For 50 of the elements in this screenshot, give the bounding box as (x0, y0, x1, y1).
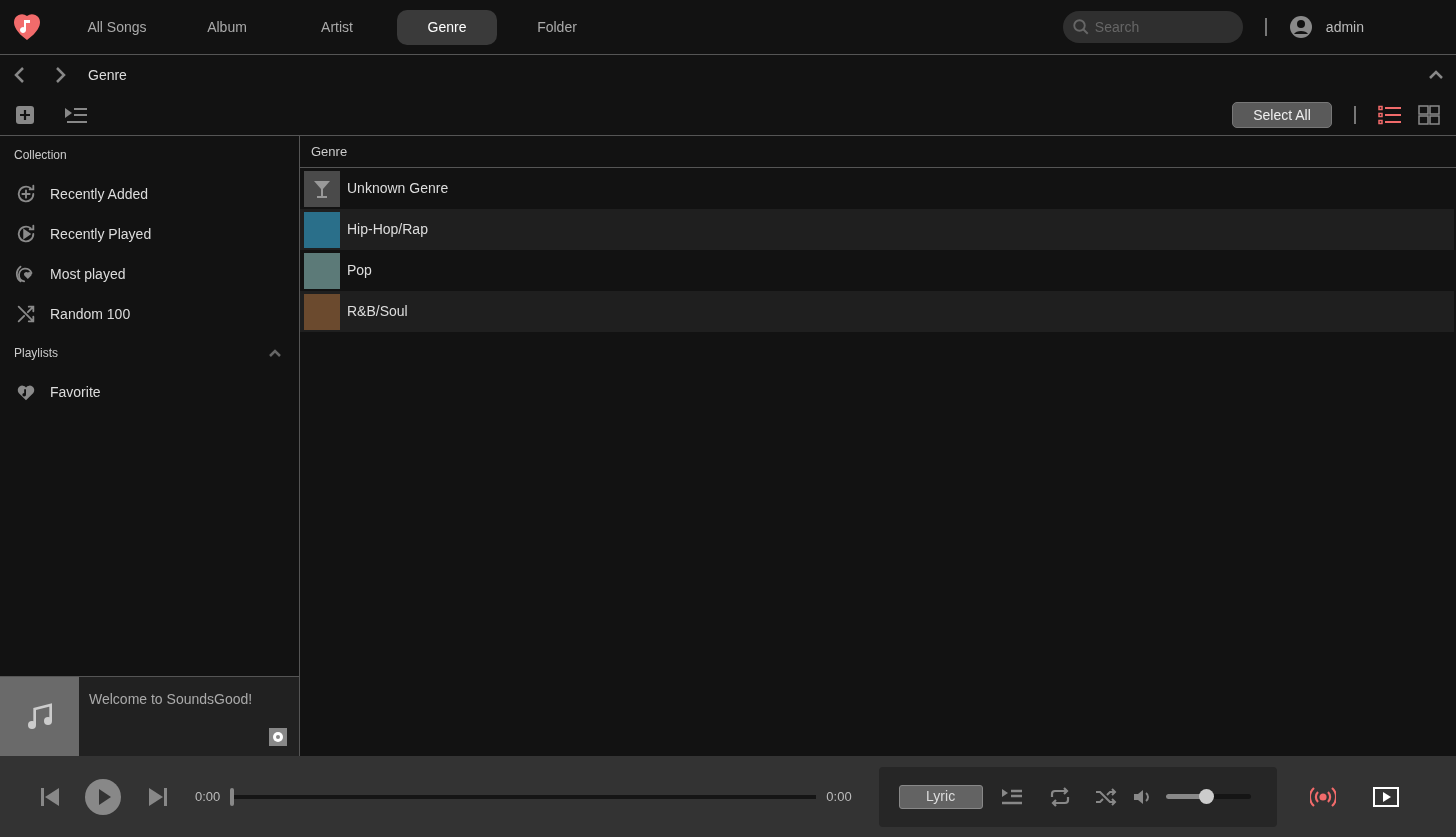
elapsed-time: 0:00 (195, 787, 221, 806)
queue-icon[interactable] (1000, 787, 1023, 806)
sidebar-item[interactable]: Recently Played (0, 214, 299, 254)
progress-handle[interactable] (230, 787, 235, 806)
collapse-icon[interactable] (268, 348, 282, 358)
genre-row[interactable]: Pop (300, 250, 1454, 291)
nav-tab[interactable]: Album (177, 9, 277, 45)
sidebar-item[interactable]: Recently Added (0, 174, 299, 214)
music-note-logo (12, 12, 42, 42)
section-title: Collection (14, 147, 67, 164)
play-icon[interactable] (85, 778, 121, 815)
user-name: admin (1325, 17, 1364, 37)
collapse-icon[interactable] (1428, 69, 1444, 81)
nav-tab[interactable]: All Songs (67, 9, 167, 45)
grid-view-icon[interactable] (1418, 105, 1440, 125)
volume-thumb[interactable] (1199, 789, 1215, 804)
shuffle-icon (15, 303, 37, 325)
lyric-button[interactable]: Lyric (898, 784, 983, 809)
play-circle-icon (15, 223, 37, 245)
add-circle-icon (15, 183, 37, 205)
nav-tab[interactable]: Folder (507, 9, 607, 45)
section-title: Playlists (14, 345, 58, 362)
record-icon[interactable] (269, 728, 287, 746)
user-avatar-icon (1288, 15, 1313, 39)
breadcrumb-title: Genre (88, 65, 127, 85)
progress-track[interactable] (230, 787, 817, 806)
genre-row[interactable]: Hip-Hop/Rap (300, 209, 1454, 250)
sidebar-item[interactable]: Most played (0, 254, 299, 294)
nav-tab[interactable]: Genre (397, 9, 497, 45)
volume-icon[interactable] (1132, 787, 1151, 806)
add-icon[interactable] (16, 106, 34, 124)
select-all-button[interactable]: Select All (1232, 102, 1332, 128)
genre-row[interactable]: Unknown Genre (300, 168, 1454, 209)
nav-tab[interactable]: Artist (287, 9, 387, 45)
repeat-icon[interactable] (1048, 786, 1071, 807)
column-header[interactable]: Genre (311, 141, 348, 162)
cocktail-glass-icon (313, 178, 331, 199)
search-icon (1071, 18, 1090, 36)
queue-icon[interactable] (64, 106, 88, 124)
video-play-icon[interactable] (1372, 786, 1399, 807)
list-view-icon[interactable] (1378, 105, 1402, 125)
sidebar-item[interactable]: Favorite (0, 372, 299, 412)
next-track-icon[interactable] (148, 786, 168, 807)
sidebar-item[interactable]: Random 100 (0, 294, 299, 334)
previous-track-icon[interactable] (40, 786, 60, 807)
genre-row[interactable]: R&B/Soul (300, 291, 1454, 332)
broadcast-icon[interactable] (1309, 785, 1336, 808)
total-time: 0:00 (826, 787, 852, 806)
shuffle-icon[interactable] (1094, 787, 1117, 806)
welcome-message: Welcome to SoundsGood! (89, 691, 253, 707)
